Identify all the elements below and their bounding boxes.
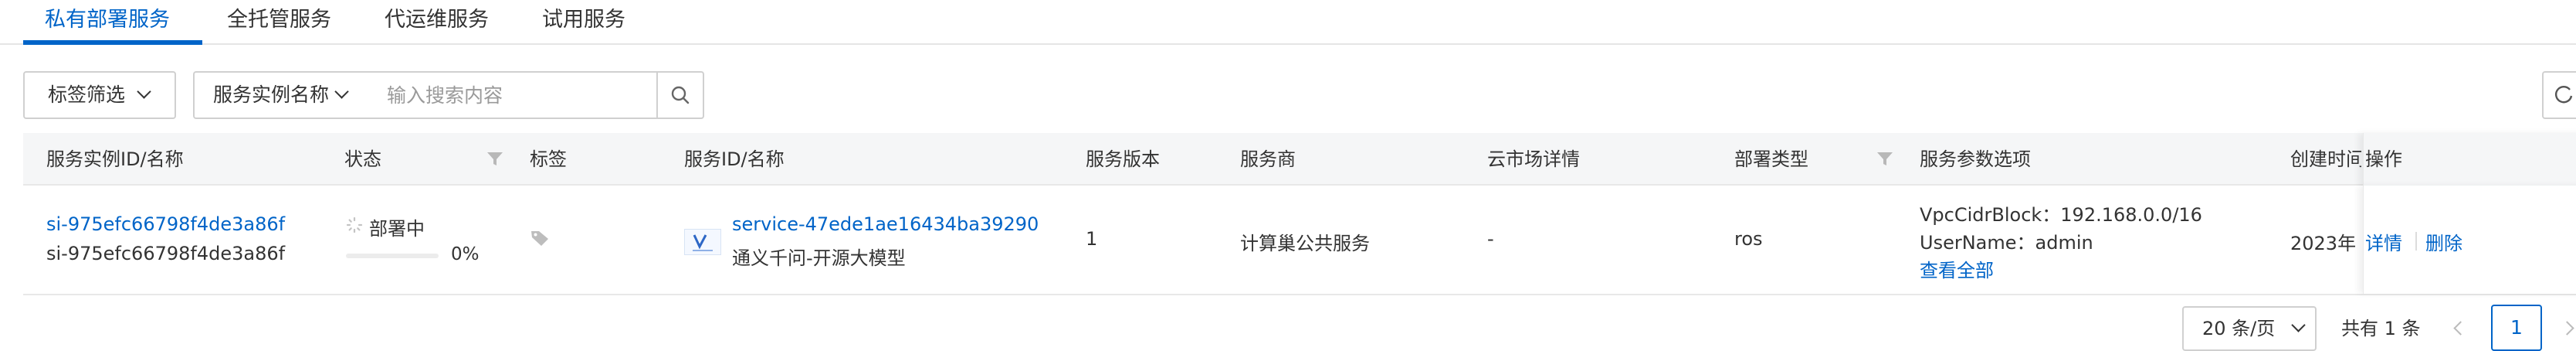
column-header-created: 创建时间 <box>2290 148 2361 170</box>
refresh-icon <box>2555 86 2573 104</box>
column-header-version: 服务版本 <box>1086 148 1160 170</box>
tab-fully-managed[interactable]: 全托管服务 <box>227 3 331 43</box>
progress-percent: 0% <box>451 244 480 264</box>
tab-private-deployment[interactable]: 私有部署服务 <box>45 3 170 43</box>
column-header-service: 服务ID/名称 <box>684 148 785 170</box>
pagination: 20 条/页 共有 1 条 1 <box>0 305 2576 351</box>
action-divider <box>2415 232 2417 250</box>
next-page-icon[interactable] <box>2560 321 2574 336</box>
service-tabs: 私有部署服务 全托管服务 代运维服务 试用服务 <box>0 0 2576 45</box>
service-version: 1 <box>1086 228 1098 250</box>
deploy-progress-bar <box>346 254 439 258</box>
param-vpc-cidr: VpcCidrBlock：192.168.0.0/16 <box>1920 204 2202 226</box>
column-header-provider: 服务商 <box>1240 148 1296 170</box>
table-header: 服务实例ID/名称 状态 标签 服务ID/名称 服务版本 服务商 云市场详情 部… <box>23 133 2576 186</box>
service-name: 通义千问-开源大模型 <box>732 247 906 269</box>
actions-cell-fixed: 详情 删除 <box>2363 186 2576 294</box>
tab-trial[interactable]: 试用服务 <box>542 3 625 43</box>
service-id-link[interactable]: service-47ede1ae16434ba39290 <box>732 213 1039 235</box>
search-input[interactable] <box>367 71 656 119</box>
column-header-market: 云市场详情 <box>1487 148 1580 170</box>
total-count: 共有 1 条 <box>2341 318 2421 339</box>
view-all-params-link[interactable]: 查看全部 <box>1920 255 1994 282</box>
column-header-tags: 标签 <box>530 148 567 170</box>
detail-link[interactable]: 详情 <box>2365 228 2402 255</box>
instance-name: si-975efc66798f4de3a86f <box>46 243 286 264</box>
tag-filter-dropdown[interactable]: 标签筛选 <box>23 71 176 119</box>
delete-link[interactable]: 删除 <box>2425 228 2462 255</box>
column-header-deploy-type: 部署类型 <box>1734 148 1808 170</box>
tag-filter-label: 标签筛选 <box>48 83 126 106</box>
filter-toolbar: 标签筛选 服务实例名称 <box>0 71 2576 121</box>
page-size-select[interactable]: 20 条/页 <box>2182 306 2317 351</box>
column-header-status: 状态 <box>344 148 381 170</box>
page-size-label: 20 条/页 <box>2202 318 2276 339</box>
loading-spinner-icon <box>346 216 363 233</box>
column-header-params: 服务参数选项 <box>1920 148 2031 170</box>
active-tab-indicator <box>23 40 202 45</box>
created-time: 2023年 <box>2290 233 2357 254</box>
search-field-select[interactable]: 服务实例名称 <box>193 71 368 119</box>
tab-managed-ops[interactable]: 代运维服务 <box>385 3 489 43</box>
table-row: si-975efc66798f4de3a86f si-975efc66798f4… <box>23 186 2576 295</box>
filter-funnel-icon[interactable] <box>1876 152 1893 167</box>
column-header-instance: 服务实例ID/名称 <box>46 148 184 170</box>
deploy-type: ros <box>1734 228 1763 250</box>
column-header-actions-fixed: 操作 <box>2363 133 2576 186</box>
search-field-label: 服务实例名称 <box>213 83 330 106</box>
prev-page-icon[interactable] <box>2453 321 2468 336</box>
status-text: 部署中 <box>369 218 425 240</box>
search-button[interactable] <box>656 71 704 119</box>
column-header-actions: 操作 <box>2365 148 2402 170</box>
search-icon <box>671 86 690 104</box>
service-provider: 计算巢公共服务 <box>1240 233 1370 254</box>
tag-icon[interactable] <box>530 229 550 247</box>
refresh-button[interactable] <box>2542 71 2576 119</box>
chevron-down-icon <box>2291 318 2306 332</box>
service-logo-icon <box>693 234 713 251</box>
page: 私有部署服务 全托管服务 代运维服务 试用服务 标签筛选 服务实例名称 输入搜索… <box>0 0 2576 351</box>
filter-funnel-icon[interactable] <box>486 152 503 167</box>
service-logo <box>684 229 721 255</box>
param-username: UserName：admin <box>1920 232 2093 254</box>
page-number-current[interactable]: 1 <box>2491 305 2542 351</box>
instance-id-link[interactable]: si-975efc66798f4de3a86f <box>46 213 285 235</box>
market-detail: - <box>1487 228 1494 250</box>
chevron-down-icon <box>334 84 349 99</box>
chevron-down-icon <box>137 84 151 99</box>
